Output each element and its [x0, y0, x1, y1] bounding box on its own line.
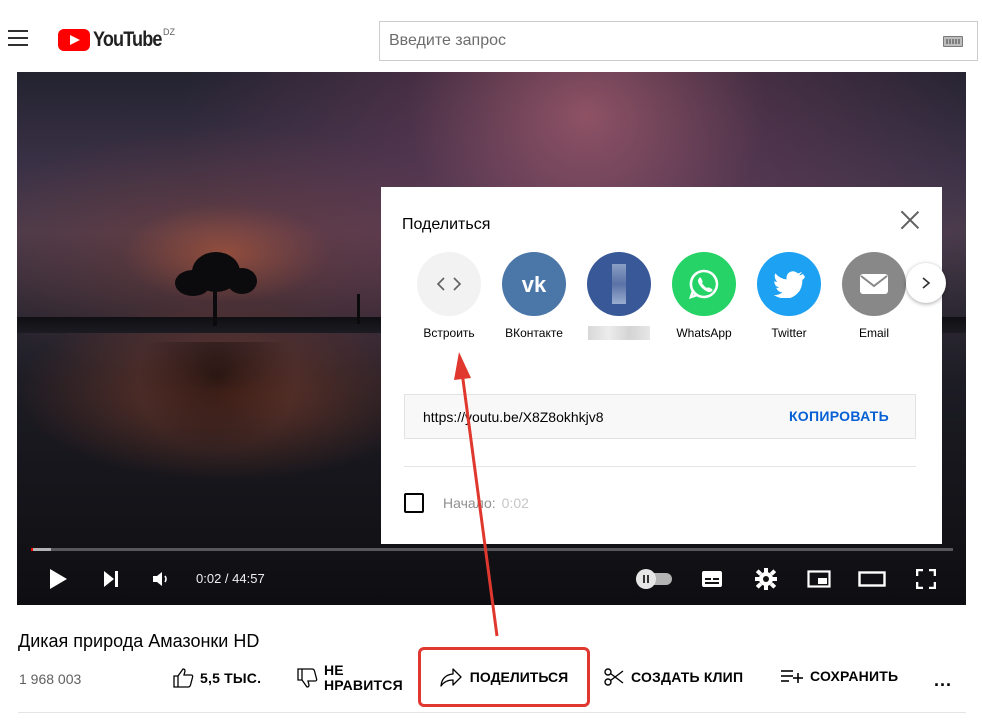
video-frame-trunk [213, 286, 217, 326]
video-title: Дикая природа Амазонки HD [18, 631, 260, 651]
volume-icon[interactable] [150, 568, 172, 590]
share-target-facebook[interactable] [579, 252, 659, 343]
share-target-label: WhatsApp [676, 326, 732, 340]
share-target-email[interactable]: Email [834, 252, 914, 340]
dislike-button[interactable]: НЕ НРАВИТСЯ [296, 663, 403, 693]
share-button[interactable]: ПОДЕЛИТЬСЯ [418, 647, 590, 707]
play-icon[interactable] [45, 568, 71, 590]
chevron-right-icon[interactable] [906, 263, 946, 303]
clip-button[interactable]: СОЗДАТЬ КЛИП [603, 667, 743, 687]
share-target-embed[interactable]: Встроить [409, 252, 489, 340]
time-display: 0:02 / 44:57 [196, 571, 265, 586]
share-url-field[interactable]: https://youtu.be/X8Z8okhkjv8 КОПИРОВАТЬ [404, 394, 916, 439]
like-count: 5,5 ТЫС. [200, 670, 262, 686]
autoplay-track [636, 569, 672, 589]
autoplay-toggle[interactable] [634, 568, 674, 590]
progress-buffered [31, 548, 51, 551]
progress-bar[interactable] [31, 548, 953, 551]
settings-gear-icon[interactable] [754, 568, 778, 590]
start-at-label: Начало: [443, 495, 496, 511]
keyboard-icon[interactable] [943, 36, 963, 47]
logo-text: YouTube [93, 28, 162, 51]
facebook-icon [587, 252, 651, 316]
region-code: DZ [163, 27, 175, 37]
dislike-label: НЕ НРАВИТСЯ [324, 663, 403, 693]
video-frame-trunk [357, 294, 360, 324]
menu-icon[interactable] [8, 30, 28, 46]
search-box [379, 21, 978, 61]
fullscreen-icon[interactable] [914, 568, 938, 590]
more-actions-icon[interactable]: ... [934, 670, 952, 691]
start-at-time[interactable]: 0:02 [502, 495, 529, 511]
video-frame-tree [175, 270, 211, 296]
email-icon [842, 252, 906, 316]
progress-played [31, 548, 33, 551]
share-url: https://youtu.be/X8Z8okhkjv8 [423, 409, 604, 425]
start-at-checkbox[interactable] [404, 493, 424, 513]
playlist-add-icon [781, 670, 803, 683]
share-target-label: ВКонтакте [505, 326, 563, 340]
share-target-label: Встроить [423, 326, 475, 340]
video-frame-reflection [137, 342, 297, 452]
share-target-label: Email [858, 326, 889, 340]
thumb-up-icon [173, 668, 194, 688]
play-logo-icon [58, 29, 90, 51]
divider [404, 466, 916, 467]
like-button[interactable]: 5,5 ТЫС. [172, 667, 261, 689]
blurred-label [588, 326, 650, 340]
video-frame-tree [227, 268, 257, 294]
share-target-label: Twitter [771, 326, 807, 340]
share-targets: Встроить vk ВКонтакте WhatsApp Twitter E… [409, 252, 929, 352]
pause-icon [636, 569, 656, 589]
share-target-twitter[interactable]: Twitter [749, 252, 829, 340]
save-button[interactable]: СОХРАНИТЬ [780, 667, 898, 685]
copy-button[interactable]: КОПИРОВАТЬ [789, 408, 889, 424]
vk-icon: vk [502, 252, 566, 316]
next-icon[interactable] [100, 568, 122, 590]
divider [18, 712, 966, 713]
save-label: СОХРАНИТЬ [810, 668, 899, 684]
thumb-down-icon [297, 668, 318, 688]
share-arrow-icon [440, 668, 462, 687]
whatsapp-icon [672, 252, 736, 316]
share-label: ПОДЕЛИТЬСЯ [469, 669, 569, 685]
share-target-vk[interactable]: vk ВКонтакте [494, 252, 574, 340]
close-icon[interactable] [900, 210, 920, 230]
dislike-label-line-2: НРАВИТСЯ [324, 677, 403, 693]
search-input[interactable] [380, 22, 920, 60]
clip-label: СОЗДАТЬ КЛИП [631, 669, 744, 685]
share-dialog: Поделиться Встроить vk ВКонтакте WhatsAp… [381, 187, 946, 544]
share-dialog-title: Поделиться [402, 216, 491, 233]
dislike-label-line-1: НЕ [324, 662, 344, 678]
subtitles-icon[interactable] [700, 568, 724, 590]
theater-mode-icon[interactable] [858, 568, 886, 590]
start-at-row: Начало: 0:02 [404, 493, 529, 513]
embed-icon [417, 252, 481, 316]
masthead: YouTube DZ [0, 0, 982, 72]
share-target-whatsapp[interactable]: WhatsApp [664, 252, 744, 340]
twitter-icon [757, 252, 821, 316]
svg-text:vk: vk [522, 272, 547, 296]
scissors-icon [604, 668, 624, 686]
miniplayer-icon[interactable] [806, 568, 832, 590]
youtube-logo[interactable]: YouTube [58, 28, 173, 52]
view-count: 1 968 003 [19, 671, 82, 687]
blurred-logo [612, 264, 626, 304]
